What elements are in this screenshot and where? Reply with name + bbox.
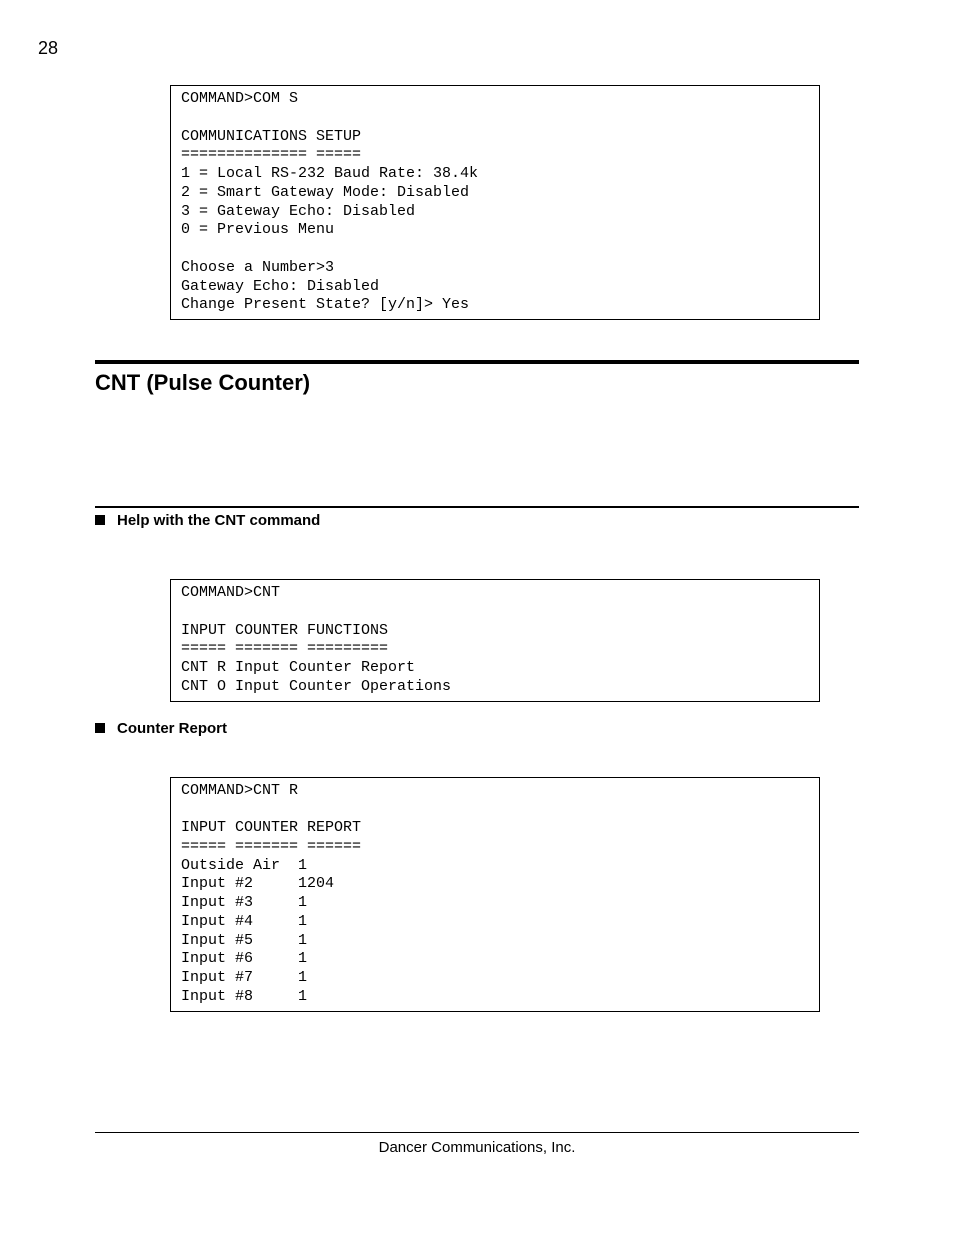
square-bullet-icon xyxy=(95,515,105,525)
subhead-help-cnt: Help with the CNT command xyxy=(95,512,859,529)
code-block-cnt-report: COMMAND>CNT R INPUT COUNTER REPORT =====… xyxy=(170,777,820,1012)
subhead-label: Help with the CNT command xyxy=(117,512,320,529)
footer-divider xyxy=(95,1132,859,1133)
code-block-com-setup: COMMAND>COM S COMMUNICATIONS SETUP =====… xyxy=(170,85,820,320)
page-number: 28 xyxy=(38,38,58,59)
section-divider xyxy=(95,360,859,364)
subsection-divider xyxy=(95,506,859,508)
footer-company: Dancer Communications, Inc. xyxy=(95,1139,859,1156)
section-title-cnt: CNT (Pulse Counter) xyxy=(95,370,859,396)
subhead-label: Counter Report xyxy=(117,720,227,737)
subhead-counter-report: Counter Report xyxy=(95,720,859,737)
code-block-cnt-functions: COMMAND>CNT INPUT COUNTER FUNCTIONS ====… xyxy=(170,579,820,702)
square-bullet-icon xyxy=(95,723,105,733)
